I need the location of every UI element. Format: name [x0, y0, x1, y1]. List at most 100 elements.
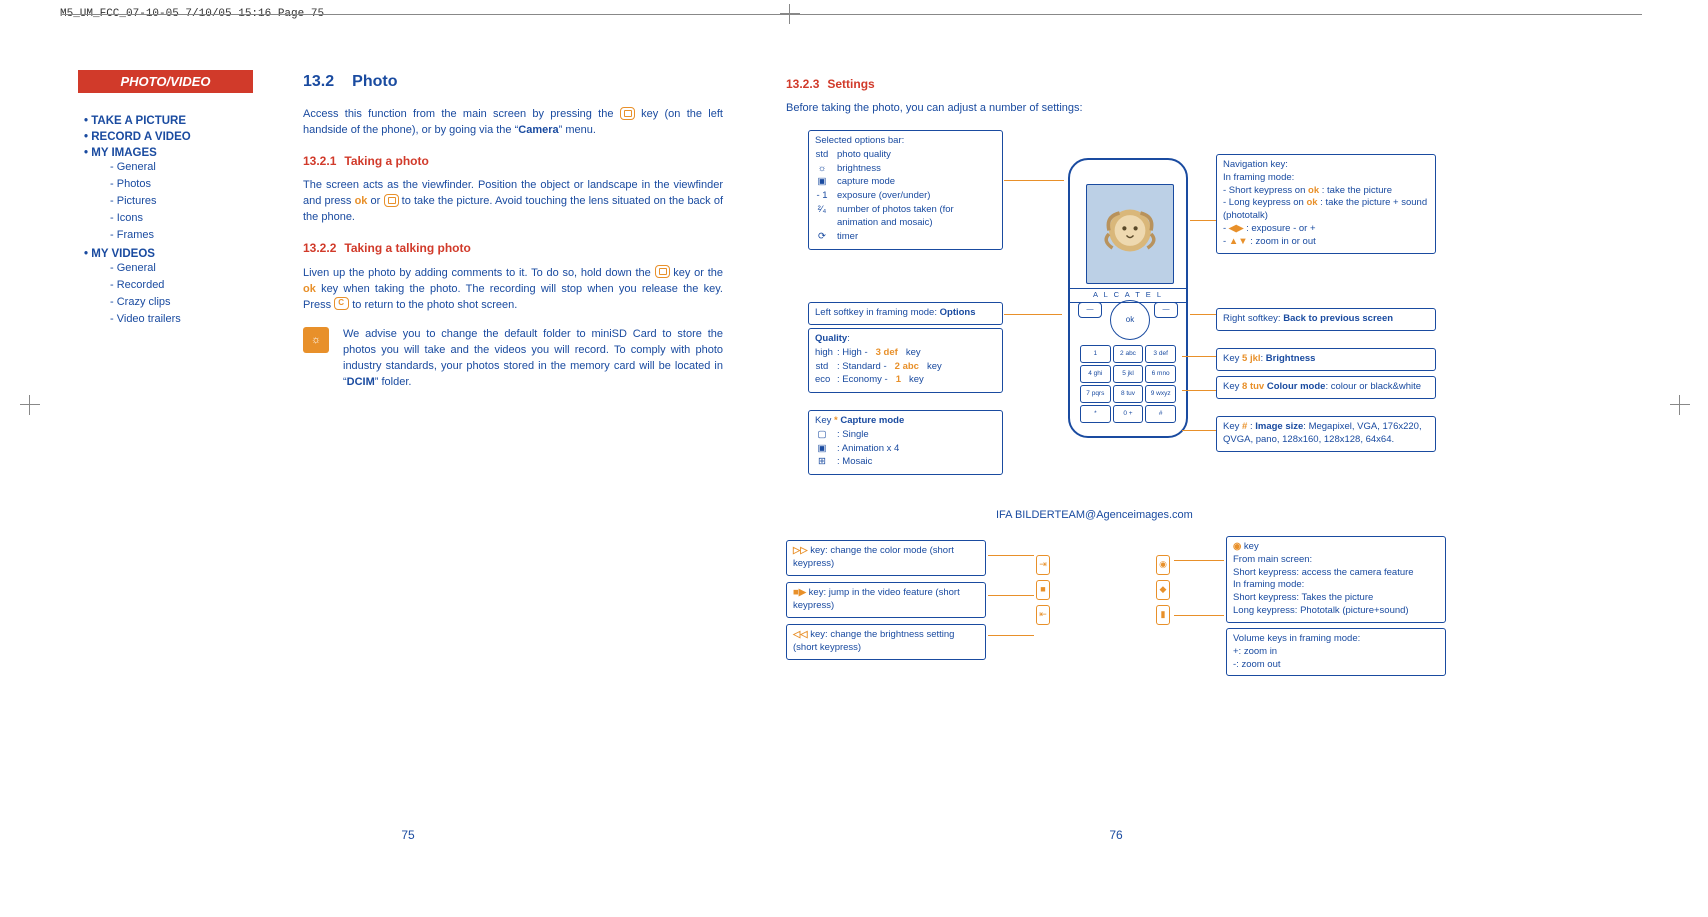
right-softkey: — [1154, 302, 1178, 318]
left-softkey-box: Left softkey in framing mode: Options [808, 302, 1003, 325]
text: : colour or black&white [1325, 381, 1421, 392]
label: : Single [837, 429, 869, 442]
side-button-icon: ◆ [1156, 580, 1170, 600]
keypad-key: 3 def [1145, 345, 1176, 363]
leader-line [1004, 180, 1064, 181]
leader-line [1190, 220, 1216, 221]
key5-box: Key 5 jkl: Brightness [1216, 348, 1436, 371]
label-bold: Colour mode [1267, 381, 1326, 392]
high-icon: high [815, 347, 829, 360]
text: In framing mode: [1233, 579, 1439, 592]
side-button-icon: ▮ [1156, 605, 1170, 625]
phone-illustration: A L C A T E L — — ok 1 2 abc 3 def 4 ghi… [1048, 158, 1208, 488]
text: : zoom in or out [1248, 236, 1316, 247]
text: Long keypress: Phototalk (picture+sound) [1233, 605, 1439, 618]
keypad-key: 5 jkl [1113, 365, 1144, 383]
crop-mark-left [20, 395, 40, 415]
selected-options-box: Selected options bar: stdphoto quality ☼… [808, 130, 1003, 250]
text: Key [815, 415, 834, 426]
sidebar-item: MY VIDEOS [84, 248, 278, 260]
intro-paragraph: Before taking the photo, you can adjust … [786, 101, 1286, 117]
quality-row: high: High - 3 def key [815, 347, 996, 360]
label-bold: Back to previous screen [1283, 313, 1393, 324]
keypad-key: 6 mno [1145, 365, 1176, 383]
box-title: Volume keys in framing mode: [1233, 633, 1439, 646]
side-button-icon: ⇤ [1036, 605, 1050, 625]
key-label: 3 def [876, 347, 898, 360]
colon: : [847, 333, 850, 344]
text: key [906, 347, 921, 360]
intro-paragraph: Access this function from the main scree… [303, 107, 723, 139]
nav-item: - Long keypress on ok : take the picture… [1223, 197, 1429, 223]
capture-row: ▢ : Single [815, 429, 996, 442]
nav-key-box: Navigation key: In framing mode: - Short… [1216, 154, 1436, 254]
text: Key [1223, 421, 1242, 432]
count-icon: ²⁄₄ [815, 204, 829, 217]
box-title: Capture mode [838, 415, 905, 426]
quality-box: Quality: high: High - 3 def key std: Sta… [808, 328, 1003, 393]
text: +: zoom in [1233, 646, 1439, 659]
right-softkey-box: Right softkey: Back to previous screen [1216, 308, 1436, 331]
sidebar-sub: Recorded [110, 277, 278, 294]
nav-pad: ok [1110, 300, 1150, 340]
ok-key: ok [303, 283, 316, 295]
heading-text: Settings [827, 77, 874, 91]
text: to return to the photo shot screen. [349, 299, 517, 311]
text: - Long keypress on [1223, 197, 1306, 208]
leader-line [1174, 560, 1224, 561]
brightness-icon: ☼ [815, 163, 829, 176]
quality-row: std: Standard - 2 abc key [815, 361, 996, 374]
std-icon: std [815, 361, 829, 374]
text: or [367, 195, 383, 207]
record-icon: ■▶ [793, 587, 806, 598]
label: number of photos taken (for animation an… [837, 204, 996, 230]
label: photo quality [837, 149, 891, 162]
tip-text: We advise you to change the default fold… [343, 327, 723, 391]
text: key [927, 361, 942, 374]
nav-item: - ◀▶ : exposure - or + [1223, 223, 1429, 236]
quality-row: eco: Economy - 1 key [815, 374, 996, 387]
sidebar-sub: Video trailers [110, 311, 278, 328]
page-number: 75 [401, 828, 414, 842]
page-76: 13.2.3Settings Before taking the photo, … [786, 70, 1446, 870]
text: -: zoom out [1233, 659, 1439, 672]
rewind-icon: ◁◁ [793, 629, 808, 640]
option-row: ▣capture mode [815, 176, 996, 189]
leader-line [988, 595, 1034, 596]
label-bold: Options [940, 307, 976, 318]
sidebar-item: TAKE A PICTURE [84, 115, 278, 127]
leader-line [1182, 390, 1216, 391]
keypad-key: 9 wxyz [1145, 385, 1176, 403]
text: ” menu. [559, 124, 596, 136]
key-label: 5 jkl [1242, 353, 1261, 364]
exposure-icon: - 1 [815, 190, 829, 203]
key-label: 1 [896, 374, 901, 387]
leader-line [1174, 615, 1224, 616]
camera-key-icon [655, 265, 670, 278]
single-icon: ▢ [815, 429, 829, 442]
key-label: ok [1308, 185, 1319, 196]
heading-text: Taking a photo [344, 154, 428, 168]
heading-text: Taking a talking photo [344, 241, 470, 255]
image-credit: IFA BILDERTEAM@Agenceimages.com [996, 508, 1193, 524]
capture-row: ▣: Animation x 4 [815, 443, 996, 456]
sidebar-sub: General [110, 260, 278, 277]
label: exposure (over/under) [837, 190, 930, 203]
key8-box: Key 8 tuv Colour mode: colour or black&w… [1216, 376, 1436, 399]
sidebar-sub: Pictures [110, 193, 278, 210]
capture-mode-icon: ▣ [815, 176, 829, 189]
label: key: jump in the video feature (short ke… [793, 587, 960, 611]
volume-keys-box: Volume keys in framing mode: +: zoom in … [1226, 628, 1446, 676]
text: Short keypress: Takes the picture [1233, 592, 1439, 605]
crop-mark-right [1670, 395, 1690, 415]
top-border [62, 14, 1642, 15]
box-subtitle: In framing mode: [1223, 172, 1429, 185]
keypad-key: 0 + [1113, 405, 1144, 423]
leader-line [1004, 314, 1062, 315]
left-softkey: — [1078, 302, 1102, 318]
lion-image [1095, 199, 1165, 269]
side-button-icon: ⇥ [1036, 555, 1050, 575]
camera-key-icon [384, 194, 399, 207]
keypad-key: # [1145, 405, 1176, 423]
capture-row: ⊞: Mosaic [815, 456, 996, 469]
